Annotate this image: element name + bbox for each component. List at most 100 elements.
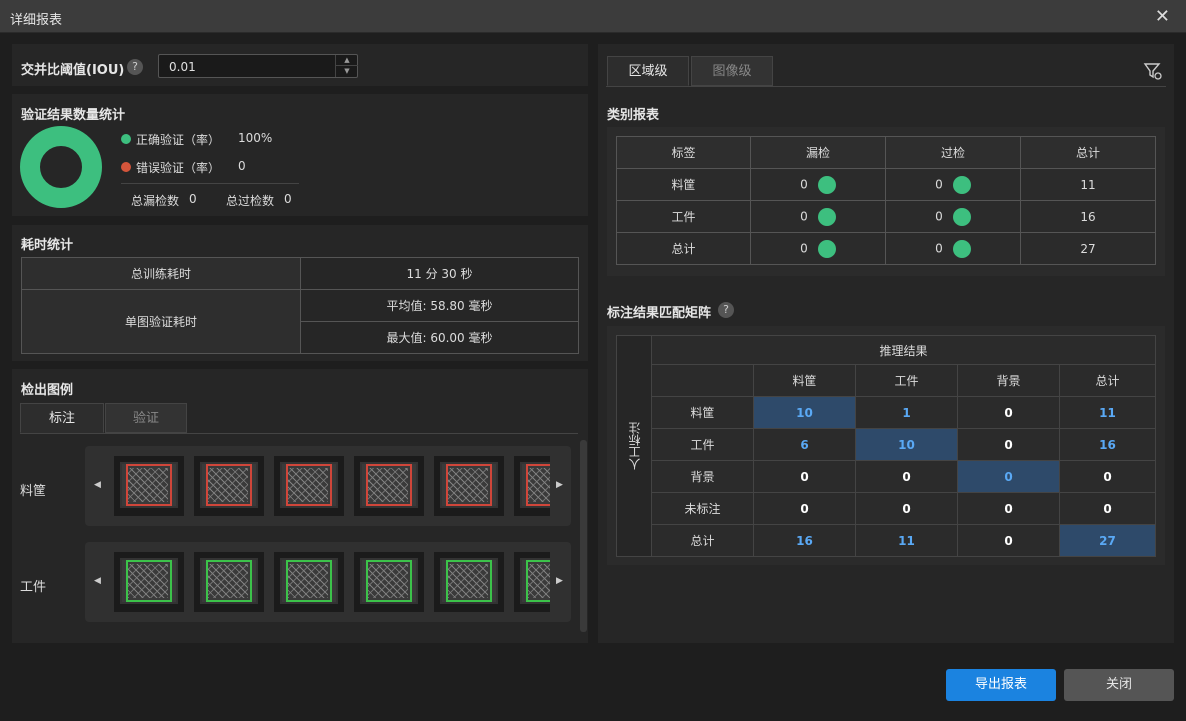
status-dot [817, 207, 836, 226]
row-label: 料筐 [616, 168, 751, 201]
matrix-cell: 11 [855, 524, 958, 557]
timing-table: 总训练耗时 11 分 30 秒 单图验证耗时 平均值: 58.80 毫秒 最大值… [21, 257, 579, 354]
matrix-cell: 16 [1059, 428, 1156, 461]
miss-value: 0 [800, 209, 808, 223]
right-tab-underline [606, 86, 1166, 87]
confusion-matrix: 人工标注 推理结果 料筐 工件 背景 总计 料筐 10 1 0 11 工件 6 … [616, 335, 1156, 557]
thumbnail-strip-basket: ◀ ▶ [85, 446, 571, 526]
row-label: 背景 [651, 460, 754, 493]
category-title: 类别报表 [607, 108, 660, 123]
over-value: 0 [935, 177, 943, 191]
thumbnail[interactable] [514, 456, 550, 516]
miss-value: 0 [800, 241, 808, 255]
over-value: 0 [935, 209, 943, 223]
tab-verify[interactable]: 验证 [105, 403, 187, 433]
col-header: 标签 [616, 136, 751, 169]
matrix-cell: 6 [753, 428, 856, 461]
missed-value: 0 [189, 192, 197, 206]
export-button[interactable]: 导出报表 [946, 669, 1056, 701]
matrix-cell: 0 [1059, 460, 1156, 493]
next-arrow-icon[interactable]: ▶ [556, 576, 563, 586]
donut-chart [20, 126, 102, 208]
over-value: 0 [284, 192, 292, 206]
total-value: 16 [1020, 200, 1156, 233]
correct-dot [121, 134, 131, 144]
matrix-cell: 0 [753, 460, 856, 493]
row-label-workpiece: 工件 [20, 580, 47, 595]
max-value: 最大值: 60.00 毫秒 [300, 321, 579, 354]
thumbnail[interactable] [514, 552, 550, 612]
corner-cell [651, 364, 754, 397]
thumbnail[interactable] [114, 552, 184, 612]
matrix-cell: 10 [855, 428, 958, 461]
help-icon[interactable]: ? [127, 59, 143, 75]
col-header: 过检 [885, 136, 1021, 169]
matrix-cell: 0 [957, 492, 1060, 525]
tab-annotation[interactable]: 标注 [20, 403, 104, 433]
top-header: 推理结果 [651, 335, 1156, 365]
filter-icon[interactable] [1143, 61, 1163, 81]
category-table: 标签 漏检 过检 总计 料筐 0 0 11 工件 0 0 16 总计 0 0 2… [616, 136, 1156, 265]
tab-region-level[interactable]: 区域级 [607, 56, 689, 86]
help-icon[interactable]: ? [718, 302, 734, 318]
window-title: 详细报表 [10, 13, 63, 28]
iou-value: 0.01 [169, 60, 196, 74]
col-header: 总计 [1059, 364, 1156, 397]
col-header: 工件 [855, 364, 958, 397]
matrix-cell: 1 [855, 396, 958, 429]
matrix-title: 标注结果匹配矩阵 [607, 306, 712, 321]
thumbnail[interactable] [114, 456, 184, 516]
status-dot [817, 239, 836, 258]
matrix-cell: 0 [957, 396, 1060, 429]
avg-value: 平均值: 58.80 毫秒 [300, 289, 579, 322]
matrix-cell: 0 [957, 428, 1060, 461]
error-label: 错误验证（率） [136, 161, 221, 175]
thumbnail[interactable] [274, 552, 344, 612]
spin-down-button[interactable]: ▼ [336, 66, 358, 77]
close-button[interactable]: 关闭 [1064, 669, 1174, 701]
title-bar: 详细报表 ✕ [0, 0, 1186, 33]
matrix-cell: 0 [753, 492, 856, 525]
close-icon[interactable]: ✕ [1155, 6, 1170, 27]
thumbnail[interactable] [194, 552, 264, 612]
single-label: 单图验证耗时 [21, 289, 301, 354]
total-value: 27 [1020, 232, 1156, 265]
train-label: 总训练耗时 [21, 257, 301, 290]
thumbnail[interactable] [354, 552, 424, 612]
thumbnail[interactable] [354, 456, 424, 516]
row-label: 工件 [616, 200, 751, 233]
matrix-cell: 0 [957, 460, 1060, 493]
scrollbar[interactable] [580, 440, 587, 632]
matrix-cell: 0 [957, 524, 1060, 557]
iou-label: 交并比阈值(IOU) [21, 63, 125, 78]
next-arrow-icon[interactable]: ▶ [556, 480, 563, 490]
matrix-cell: 11 [1059, 396, 1156, 429]
miss-value: 0 [800, 177, 808, 191]
thumbnail[interactable] [434, 552, 504, 612]
row-label: 总计 [651, 524, 754, 557]
thumbnail[interactable] [274, 456, 344, 516]
tab-image-level[interactable]: 图像级 [691, 56, 773, 86]
thumbnail[interactable] [194, 456, 264, 516]
status-dot [952, 175, 971, 194]
status-dot [952, 207, 971, 226]
status-dot [817, 175, 836, 194]
side-header: 人工标注 [616, 335, 652, 557]
missed-label: 总漏检数 [131, 194, 180, 208]
matrix-cell: 0 [855, 460, 958, 493]
tab-underline [20, 433, 578, 434]
spin-up-button[interactable]: ▲ [336, 55, 358, 66]
iou-input[interactable]: 0.01 ▲ ▼ [158, 54, 358, 78]
row-label: 工件 [651, 428, 754, 461]
col-header: 料筐 [753, 364, 856, 397]
over-value: 0 [935, 241, 943, 255]
prev-arrow-icon[interactable]: ◀ [94, 480, 101, 490]
divider [121, 183, 299, 184]
row-label: 料筐 [651, 396, 754, 429]
matrix-cell: 0 [855, 492, 958, 525]
status-dot [952, 239, 971, 258]
thumbnail[interactable] [434, 456, 504, 516]
legend-title: 检出图例 [21, 383, 74, 398]
col-header: 漏检 [750, 136, 886, 169]
prev-arrow-icon[interactable]: ◀ [94, 576, 101, 586]
